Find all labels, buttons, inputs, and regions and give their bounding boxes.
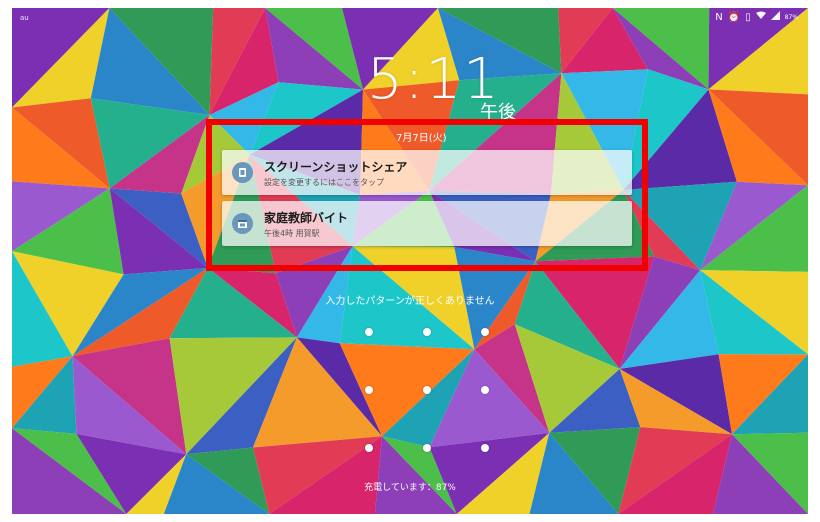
- pattern-dot[interactable]: [365, 328, 373, 336]
- status-icons: N ⏰ ▯ 87%: [715, 11, 798, 24]
- charging-status: 充電しています：87%: [364, 483, 456, 493]
- nfc-icon: N: [715, 11, 723, 23]
- unlock-pattern-grid[interactable]: [355, 320, 495, 452]
- pattern-dot[interactable]: [423, 386, 431, 394]
- lock-screen: au N ⏰ ▯ 87% 5:11 午後 7月7日(火) スクリーンショットシェ…: [12, 8, 808, 514]
- wifi-icon: [755, 11, 766, 24]
- pattern-dot[interactable]: [481, 328, 489, 336]
- pattern-dot[interactable]: [481, 386, 489, 394]
- pattern-dot[interactable]: [365, 386, 373, 394]
- pattern-dot[interactable]: [423, 328, 431, 336]
- signal-icon: [770, 11, 780, 24]
- pattern-dot[interactable]: [423, 444, 431, 452]
- alarm-icon: ⏰: [727, 11, 741, 23]
- highlight-box: [206, 119, 648, 271]
- vibrate-icon: ▯: [745, 11, 751, 23]
- battery-percent: 87%: [784, 14, 798, 21]
- carrier-label: au: [20, 14, 29, 22]
- pattern-error-message: 入力したパターンが正しくありません: [325, 296, 495, 307]
- pattern-dot[interactable]: [365, 444, 373, 452]
- pattern-dot[interactable]: [481, 444, 489, 452]
